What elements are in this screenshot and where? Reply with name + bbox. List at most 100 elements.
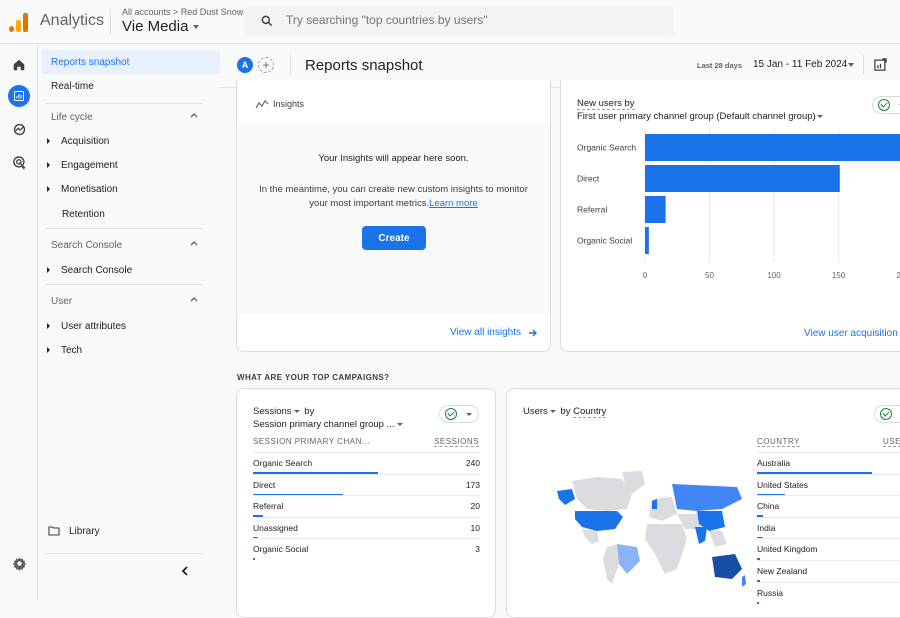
comparison-avatar[interactable]: A (237, 57, 253, 73)
search-input[interactable] (286, 13, 656, 27)
app-name: Analytics (40, 12, 105, 29)
explore-icon[interactable] (8, 118, 30, 140)
by-label: by (560, 406, 571, 417)
table-row[interactable]: Organic Social 3 (253, 538, 480, 561)
bar[interactable] (645, 196, 666, 223)
map-region-australia (712, 554, 742, 579)
chart-title-metric[interactable]: New users by (577, 98, 635, 110)
nav-item-library[interactable]: Library (48, 519, 100, 543)
table-row[interactable]: India (757, 516, 900, 539)
column-header-dimension[interactable]: SESSION PRIMARY CHAN... (253, 437, 370, 446)
bar[interactable] (645, 165, 840, 192)
divider (46, 228, 202, 229)
insights-icon (255, 100, 269, 109)
bar[interactable] (645, 134, 900, 161)
dimension-label: Session primary channel group ... (253, 419, 395, 430)
page-title: Reports snapshot (305, 57, 423, 74)
property-selector[interactable]: Vie Media (122, 18, 199, 35)
table-row[interactable]: Australia2 (757, 452, 900, 474)
world-map (557, 471, 746, 587)
add-comparison-button[interactable]: + (258, 57, 274, 73)
metric-selector[interactable]: Users by Country (523, 406, 607, 418)
row-label: Organic Social (253, 544, 309, 555)
map-region-canada (572, 477, 632, 511)
view-user-acquisition-link[interactable]: View user acquisition (804, 328, 898, 339)
compare-toggle[interactable] (439, 405, 479, 423)
analytics-logo-icon[interactable] (9, 12, 29, 32)
nav-item-acquisition[interactable]: Acquisition (38, 129, 109, 153)
collapse-nav-icon[interactable] (180, 565, 190, 577)
dimension-selector[interactable]: Session primary channel group ... (253, 419, 403, 430)
campaigns-card: Sessions by Session primary channel grou… (236, 388, 496, 618)
reports-icon[interactable] (8, 85, 30, 107)
caret-down-icon[interactable] (848, 63, 854, 67)
settings-icon[interactable] (8, 552, 30, 574)
date-range-picker[interactable]: 15 Jan - 11 Feb 2024 (753, 59, 847, 70)
date-range-label: Last 28 days (697, 61, 743, 70)
table-row[interactable]: China (757, 495, 900, 518)
row-value: 20 (470, 501, 480, 512)
table-row[interactable]: United Kingdom (757, 538, 900, 561)
column-header-country[interactable]: COUNTRY (757, 437, 800, 447)
chevron-up-icon (190, 241, 198, 246)
table-row[interactable]: Referral 20 (253, 495, 480, 518)
divider (46, 103, 202, 104)
table-row[interactable]: Organic Search 240 (253, 452, 480, 474)
map-region-brazil (617, 544, 640, 574)
compare-toggle[interactable] (872, 96, 900, 114)
nav-item-realtime[interactable]: Real-time (51, 74, 94, 98)
nav-item-user-attributes[interactable]: User attributes (38, 314, 126, 338)
x-tick-label: 50 (705, 271, 714, 280)
row-label: India (757, 522, 776, 533)
customize-report-icon[interactable] (873, 57, 888, 72)
nav-item-tech[interactable]: Tech (38, 338, 82, 362)
arrow-right-icon (529, 329, 537, 336)
row-label: United States (757, 479, 809, 490)
create-insight-button[interactable]: Create (362, 226, 426, 250)
metric-selector[interactable]: Sessions by (253, 406, 314, 417)
expand-arrow-icon (47, 138, 50, 144)
view-all-insights-link[interactable]: View all insights (450, 327, 538, 338)
learn-more-link[interactable]: Learn more (429, 198, 478, 209)
map-region-south-america-west (603, 544, 619, 584)
table-row[interactable]: United States (757, 473, 900, 496)
map-region-africa (645, 524, 687, 574)
row-value: 240 (465, 458, 480, 468)
nav-item-engagement[interactable]: Engagement (38, 153, 118, 177)
metric-label: Sessions (253, 406, 292, 417)
nav-section-search-console[interactable]: Search Console (51, 233, 207, 257)
map-region-se-asia (709, 531, 727, 547)
row-value: 3 (475, 544, 480, 555)
search-bar[interactable] (244, 6, 674, 37)
bar[interactable] (645, 227, 649, 254)
dimension-selector[interactable]: First user primary channel group (Defaul… (577, 111, 823, 122)
y-category-label: Referral (577, 205, 607, 215)
expand-arrow-icon (47, 186, 50, 192)
home-icon[interactable] (8, 54, 30, 76)
table-row[interactable]: Unassigned 10 (253, 516, 480, 539)
divider (290, 55, 291, 75)
nav-item-retention[interactable]: Retention (62, 202, 105, 226)
table-row[interactable]: Direct 173 (253, 473, 480, 496)
reports-nav: Reports snapshot Real-time Life cycle Ac… (38, 44, 240, 600)
row-label: China (757, 501, 780, 512)
row-label: Russia (757, 587, 783, 598)
advertising-icon[interactable] (8, 151, 30, 173)
nav-section-user[interactable]: User (51, 289, 207, 313)
nav-item-monetisation[interactable]: Monetisation (38, 177, 118, 201)
metric-label: Users (523, 406, 548, 417)
column-header-sessions[interactable]: SESSIONS (434, 437, 479, 447)
row-label: Organic Search (253, 458, 313, 468)
nav-section-life-cycle[interactable]: Life cycle (51, 105, 207, 129)
nav-item-reports-snapshot[interactable]: Reports snapshot (42, 50, 240, 74)
breadcrumb[interactable]: All accounts > Red Dust Snow (122, 7, 243, 17)
caret-down-icon (466, 413, 472, 416)
column-header-users[interactable]: USE (883, 437, 900, 447)
row-share-bar (253, 558, 255, 561)
dimension-label[interactable]: Country (573, 406, 607, 418)
compare-toggle[interactable] (874, 405, 900, 423)
table-row[interactable]: Russia (757, 581, 900, 604)
nav-item-search-console[interactable]: Search Console (38, 258, 132, 282)
table-row[interactable]: New Zealand (757, 560, 900, 582)
divider (46, 284, 202, 285)
